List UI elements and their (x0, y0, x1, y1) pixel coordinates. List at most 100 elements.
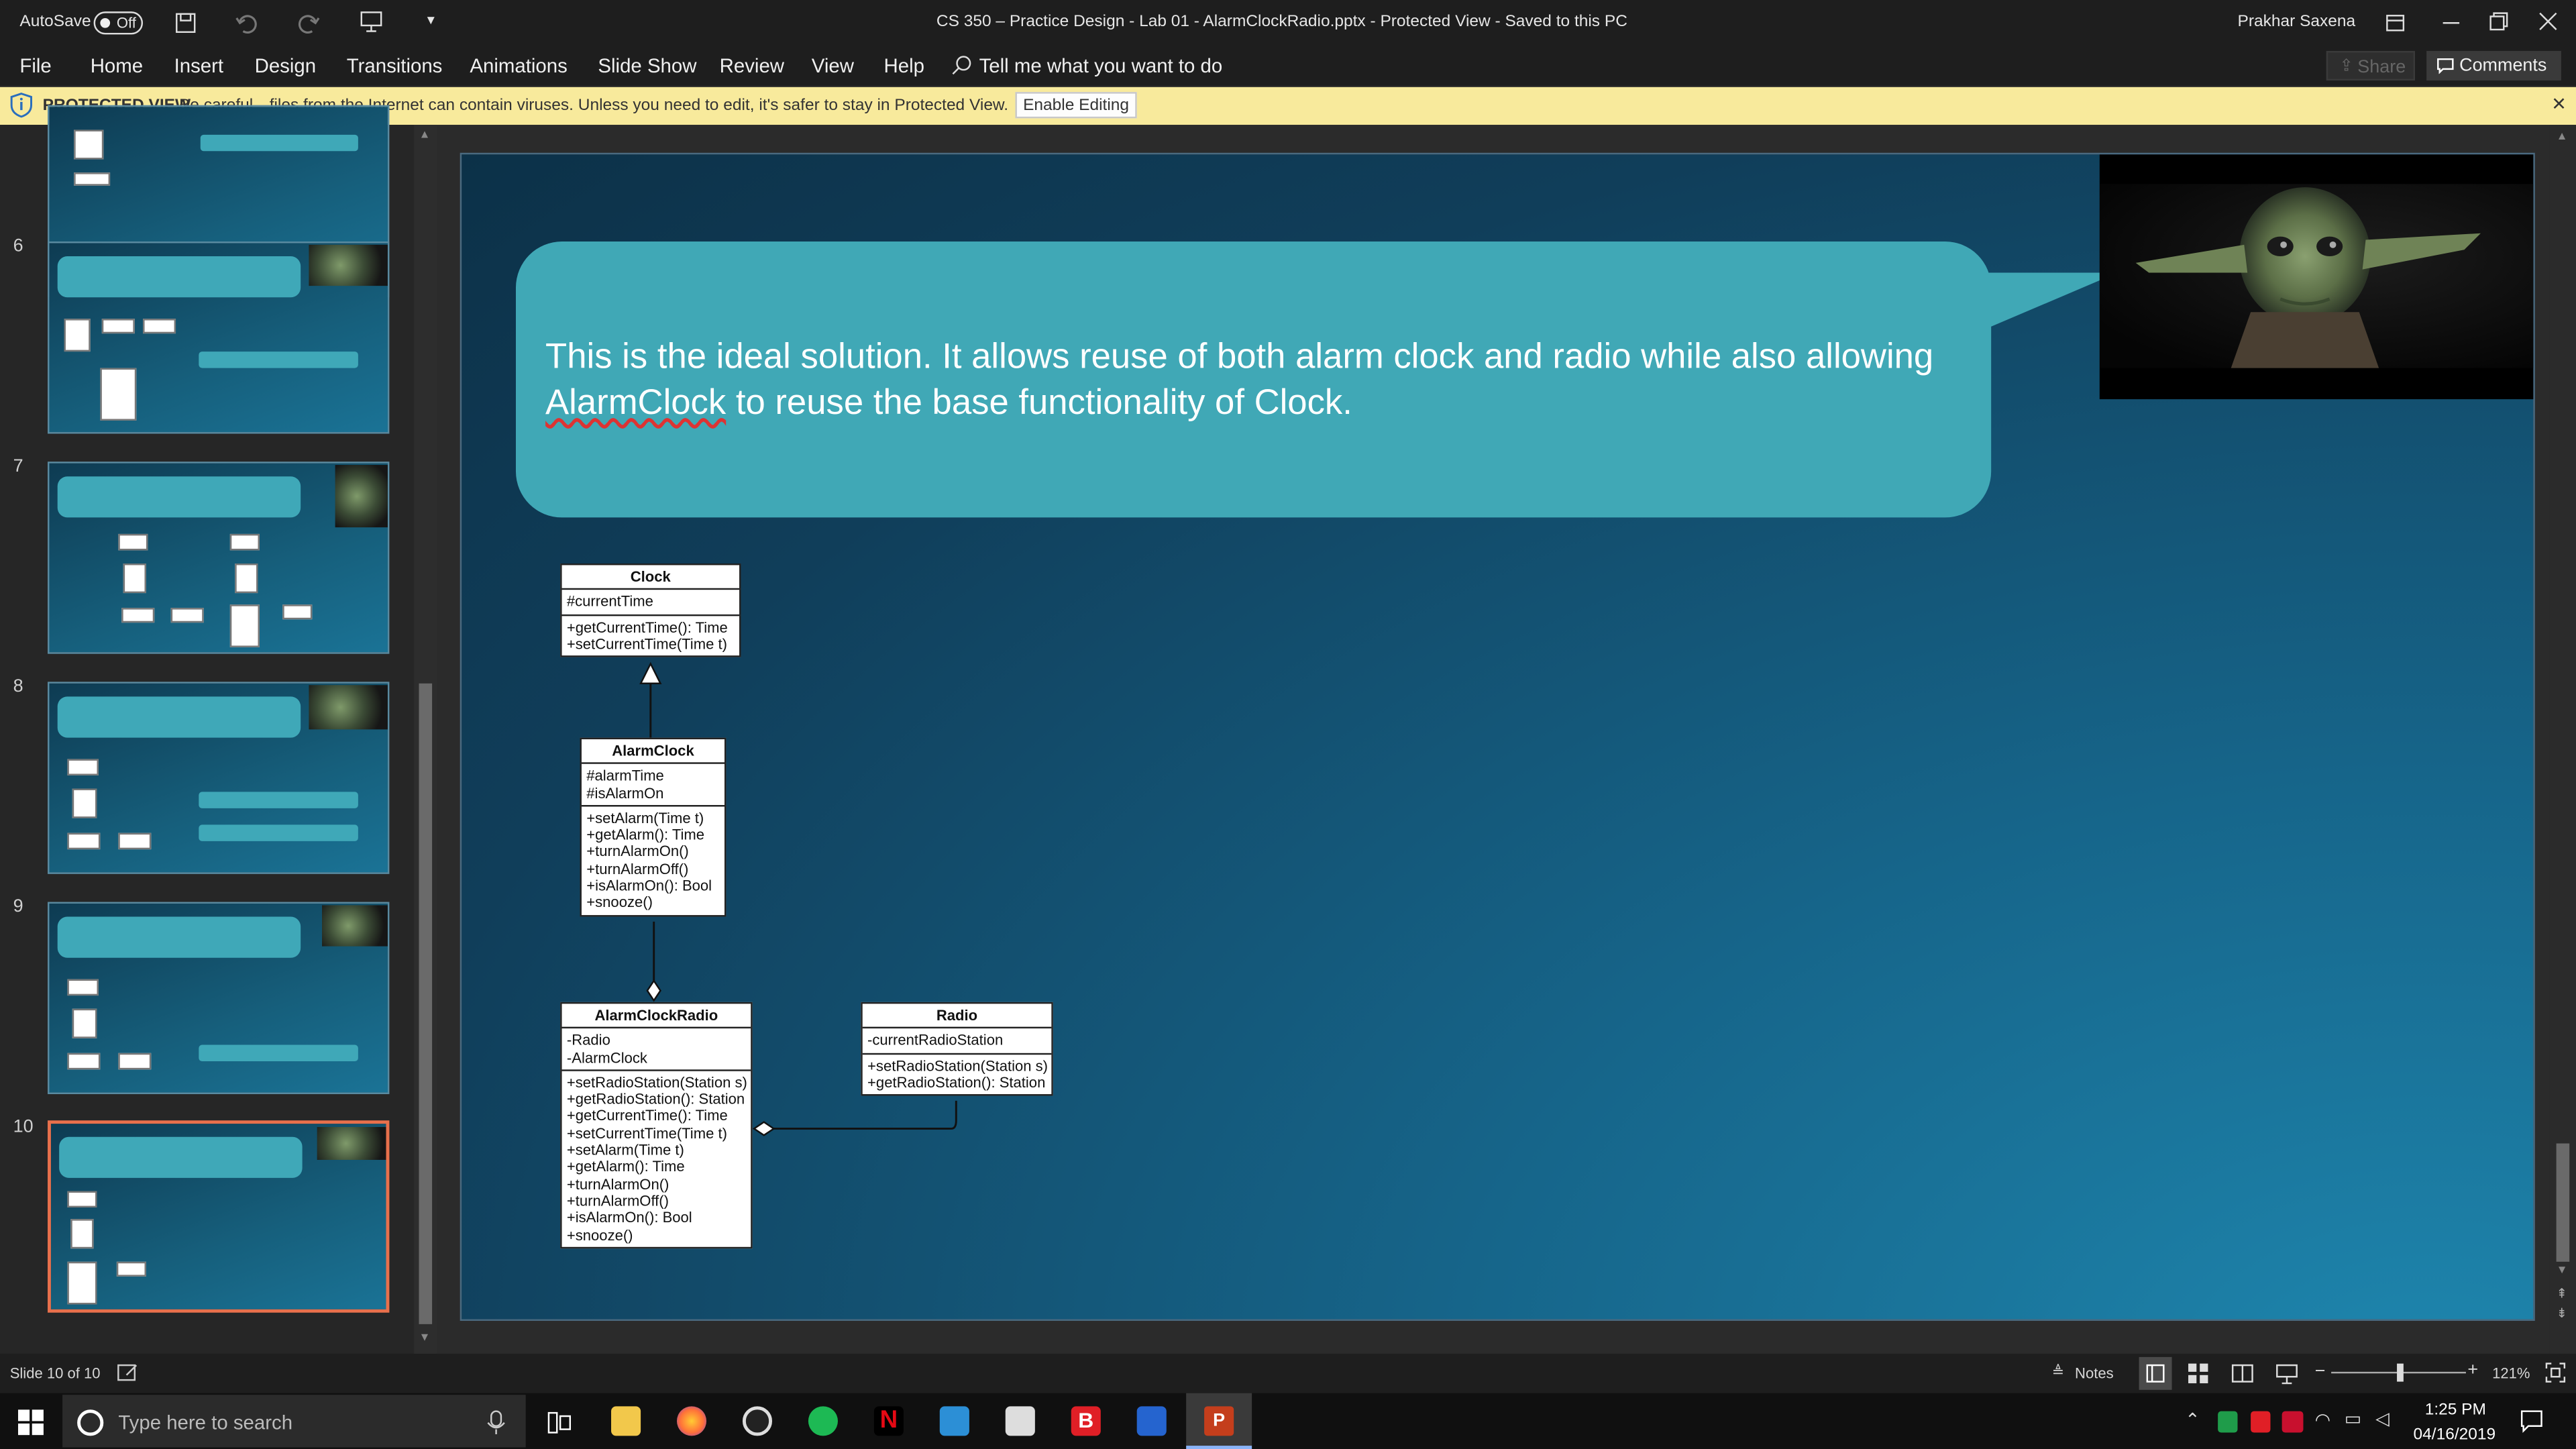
close-icon[interactable] (2538, 11, 2558, 31)
wifi-icon[interactable]: ◠ (2315, 1409, 2331, 1431)
comments-button[interactable]: Comments (2426, 50, 2561, 80)
status-bar: Slide 10 of 10 ≜ Notes − + 121% (0, 1353, 2576, 1393)
toggle-knob (100, 17, 111, 28)
firefox-icon[interactable] (676, 1406, 707, 1436)
customize-toolbar-icon[interactable]: ▾ (427, 11, 435, 30)
yoda-image (317, 1127, 386, 1160)
start-from-beginning-icon[interactable] (360, 10, 382, 33)
slide-show-icon[interactable] (2273, 1360, 2300, 1387)
ribbon-display-options-icon[interactable] (2385, 13, 2405, 33)
share-icon: ⇪ (2339, 57, 2353, 76)
notifications-icon[interactable] (2518, 1408, 2544, 1434)
zoom-slider-thumb[interactable] (2397, 1363, 2404, 1382)
bitdefender-tray-icon[interactable] (2251, 1411, 2271, 1433)
tab-review[interactable]: Review (720, 54, 784, 77)
scroll-thumb[interactable] (2556, 1143, 2570, 1262)
task-view-icon[interactable] (544, 1408, 574, 1438)
tab-file[interactable]: File (19, 54, 51, 77)
save-icon[interactable] (174, 11, 197, 34)
class-methods: +setRadioStation(Station s) +getRadioSta… (566, 1074, 747, 1243)
powerpoint-taskbar-button[interactable]: P (1186, 1393, 1252, 1449)
slide-sorter-icon[interactable] (2185, 1360, 2211, 1387)
reading-view-icon[interactable] (2229, 1360, 2255, 1387)
zoom-in-icon[interactable]: + (2467, 1360, 2478, 1380)
microphone-icon[interactable] (486, 1409, 506, 1436)
zoom-level[interactable]: 121% (2492, 1365, 2530, 1381)
minimize-icon[interactable] (2441, 13, 2461, 33)
tab-animations[interactable]: Animations (470, 54, 567, 77)
uml-class-alarmclock[interactable]: AlarmClock #alarmTime #isAlarmOn +setAla… (580, 737, 727, 916)
spotify-icon[interactable] (808, 1406, 838, 1436)
file-explorer-icon[interactable] (611, 1406, 641, 1436)
share-button[interactable]: ⇪ Share (2326, 50, 2415, 80)
show-hidden-icons-icon[interactable]: ⌃ (2185, 1409, 2200, 1431)
class-attributes: #alarmTime #isAlarmOn (581, 765, 724, 807)
uml-class-clock[interactable]: Clock #currentTime +getCurrentTime(): Ti… (560, 564, 741, 658)
clock-time[interactable]: 1:25 PM (2425, 1401, 2486, 1419)
redo-icon[interactable] (297, 11, 320, 34)
slide-thumbnail[interactable] (48, 902, 390, 1095)
document-title: CS 350 – Practice Design - Lab 01 - Alar… (936, 13, 1627, 32)
tell-me-search[interactable]: Tell me what you want to do (979, 54, 1223, 77)
volume-icon[interactable]: ◁ (2375, 1408, 2390, 1429)
slide-thumbnail-selected[interactable] (48, 1120, 390, 1313)
notes-button[interactable]: Notes (2075, 1365, 2114, 1381)
clock-date[interactable]: 04/16/2019 (2414, 1426, 2496, 1444)
normal-view-icon (2146, 1364, 2165, 1383)
enable-editing-button[interactable]: Enable Editing (1015, 92, 1137, 119)
tab-slide-show[interactable]: Slide Show (598, 54, 696, 77)
class-name: Radio (862, 1004, 1052, 1029)
slide-thumbnail[interactable] (48, 241, 390, 434)
scroll-down-icon[interactable]: ▼ (419, 1332, 430, 1344)
sketch-app-icon[interactable] (939, 1406, 969, 1436)
scroll-up-icon[interactable]: ▲ (2557, 131, 2568, 143)
zoom-out-icon[interactable]: − (2315, 1362, 2326, 1381)
tab-insert[interactable]: Insert (174, 54, 224, 77)
todo-icon[interactable] (1136, 1406, 1167, 1436)
uml-class-radio[interactable]: Radio -currentRadioStation +setRadioStat… (861, 1002, 1053, 1096)
slide-scrollbar[interactable]: ▲ ▼ ⇞ ⇟ (2549, 125, 2576, 1354)
mail-icon[interactable] (1005, 1406, 1035, 1436)
uml-class-alarmclockradio[interactable]: AlarmClockRadio -Radio -AlarmClock +setR… (560, 1002, 753, 1248)
security-icon[interactable] (2218, 1411, 2238, 1433)
next-slide-icon[interactable]: ⇟ (2557, 1306, 2567, 1321)
taskbar-search-box[interactable]: Type here to search (62, 1395, 526, 1448)
tab-transitions[interactable]: Transitions (347, 54, 443, 77)
uml-connectors (639, 661, 957, 1136)
windows-start-icon[interactable] (17, 1409, 44, 1436)
info-shield-icon (10, 93, 33, 118)
class-attributes: -currentRadioStation (862, 1029, 1052, 1055)
autosave-toggle[interactable]: Off (93, 11, 144, 35)
thumbnail-scrollbar[interactable]: ▲ ▼ (414, 125, 437, 1354)
scroll-thumb[interactable] (419, 683, 433, 1324)
notes-edit-icon[interactable] (117, 1362, 140, 1383)
bitdefender-icon[interactable]: B (1071, 1406, 1101, 1436)
scroll-up-icon[interactable]: ▲ (419, 129, 430, 141)
dismiss-icon[interactable]: ✕ (2551, 94, 2567, 115)
slide-thumbnail[interactable] (48, 682, 390, 874)
tab-view[interactable]: View (812, 54, 854, 77)
tray-app-icon[interactable] (2282, 1411, 2304, 1433)
battery-icon[interactable]: ▭ (2345, 1408, 2361, 1429)
normal-view-button[interactable] (2139, 1356, 2172, 1390)
yoda-image (309, 685, 388, 730)
user-name[interactable]: Prakhar Saxena (2238, 13, 2356, 32)
scroll-down-icon[interactable]: ▼ (2557, 1265, 2568, 1277)
slide-number: 6 (13, 236, 23, 257)
tab-home[interactable]: Home (91, 54, 143, 77)
thumb-bubble (57, 916, 301, 958)
tab-design[interactable]: Design (255, 54, 316, 77)
slide-thumbnail-pane[interactable]: 6 7 8 9 10 (0, 105, 415, 1354)
title-bar: AutoSave Off ▾ CS 350 – Practice Design … (0, 0, 2576, 46)
tab-help[interactable]: Help (884, 54, 924, 77)
slide-number: 8 (13, 676, 23, 697)
undo-icon[interactable] (235, 11, 258, 34)
fit-to-window-icon[interactable] (2544, 1362, 2566, 1383)
netflix-icon[interactable]: N (873, 1406, 904, 1436)
restore-icon[interactable] (2489, 11, 2508, 31)
slide-canvas[interactable]: This is the ideal solution. It allows re… (460, 152, 2535, 1321)
yoda-image (322, 905, 388, 947)
app-icon[interactable] (742, 1406, 773, 1436)
previous-slide-icon[interactable]: ⇞ (2557, 1287, 2567, 1301)
slide-thumbnail[interactable] (48, 462, 390, 654)
